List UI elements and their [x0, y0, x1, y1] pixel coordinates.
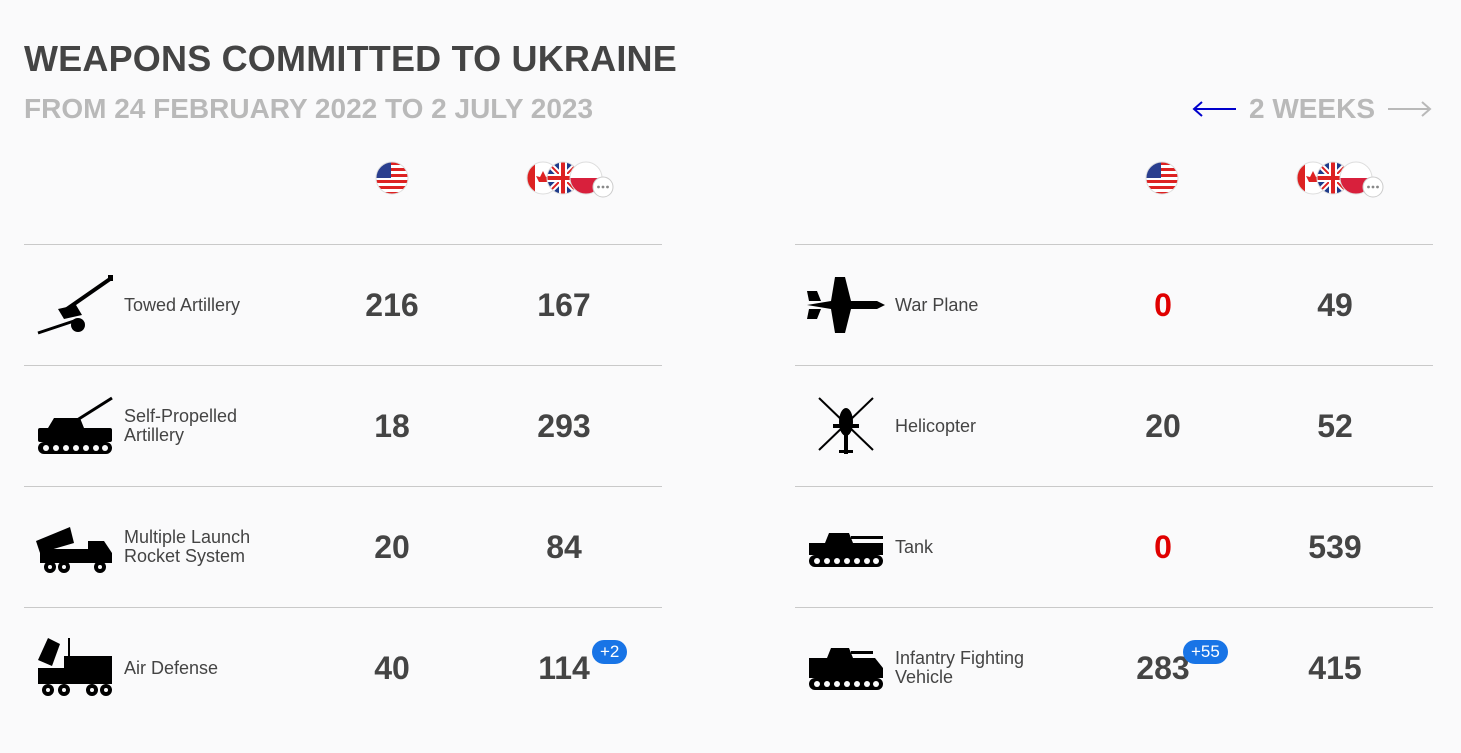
us-count: 20	[374, 528, 410, 565]
tank-icon	[809, 533, 883, 567]
weapon-label: Infantry Fighting Vehicle	[895, 648, 1025, 687]
arrow-right-icon[interactable]	[1387, 99, 1433, 119]
others-count: 84	[546, 528, 582, 565]
period-label: 2 WEEKS	[1248, 93, 1375, 124]
page-title: WEAPONS COMMITTED TO UKRAINE	[24, 38, 677, 79]
page-subtitle: FROM 24 FEBRUARY 2022 TO 2 JULY 2023	[24, 93, 594, 124]
weapon-label: Multiple Launch Rocket System	[124, 527, 251, 566]
weapon-label: Air Defense	[124, 657, 219, 678]
period-navigation: 2 WEEKS	[1191, 93, 1433, 125]
towed-artillery-icon	[37, 275, 113, 335]
right-weapons-table: War Plane 0 49 Helicopter 20 52 Tank 0 5…	[795, 244, 1433, 728]
us-flag-icon	[1145, 161, 1179, 195]
table-row: Self-Propelled Artillery 18 293	[24, 365, 662, 486]
us-count: 18	[374, 407, 410, 444]
weapon-label: Self-Propelled Artillery	[124, 406, 238, 445]
us-count: 20	[1145, 407, 1181, 444]
table-row: Multiple Launch Rocket System 20 84	[24, 486, 662, 607]
ifv-icon	[809, 648, 883, 690]
helicopter-icon	[818, 397, 874, 454]
others-count: 49	[1317, 286, 1353, 323]
others-count: 293	[537, 407, 591, 444]
arrow-left-icon[interactable]	[1191, 99, 1237, 119]
us-flag-icon	[375, 161, 409, 195]
others-count: 167	[537, 286, 591, 323]
us-count: 40	[374, 649, 410, 686]
war-plane-icon	[807, 277, 885, 333]
table-row: Towed Artillery 216 167	[24, 244, 662, 365]
rocket-launcher-icon	[36, 527, 112, 573]
us-count: 0	[1154, 528, 1172, 565]
others-change-badge: +2	[592, 640, 628, 664]
weapon-label: Towed Artillery	[124, 294, 241, 315]
left-weapons-table: Towed Artillery 216 167 Self-Propelled A…	[24, 244, 662, 728]
allied-flags-icon	[526, 161, 614, 198]
others-count: 539	[1308, 528, 1362, 565]
table-row: War Plane 0 49	[795, 244, 1433, 365]
others-count: 114	[538, 649, 590, 686]
us-count: 0	[1154, 286, 1172, 323]
us-change-badge: +55	[1183, 640, 1228, 664]
us-count: 216	[365, 286, 419, 323]
us-count: 283	[1136, 649, 1190, 686]
table-row: Tank 0 539	[795, 486, 1433, 607]
others-count: 52	[1317, 407, 1353, 444]
weapon-label: Helicopter	[895, 415, 977, 436]
allied-flags-icon	[1296, 161, 1384, 198]
self-propelled-artillery-icon	[38, 396, 113, 454]
table-row: Helicopter 20 52	[795, 365, 1433, 486]
weapon-label: Tank	[895, 536, 934, 557]
table-row: Air Defense 40 114 +2	[24, 607, 662, 728]
table-row: Infantry Fighting Vehicle 283 415 +55	[795, 607, 1433, 728]
weapon-label: War Plane	[895, 294, 979, 315]
air-defense-icon	[38, 638, 112, 696]
others-count: 415	[1308, 649, 1362, 686]
